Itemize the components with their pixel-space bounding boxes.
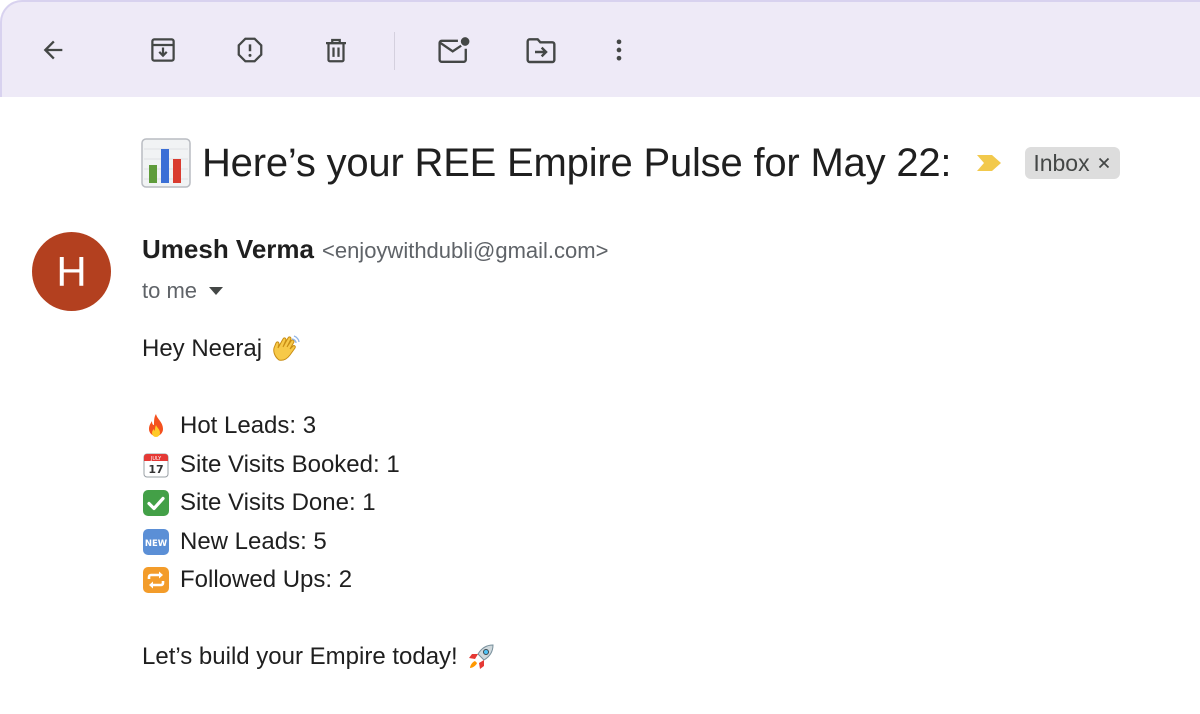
delete-button[interactable]: [314, 28, 358, 72]
close-icon: [1098, 157, 1109, 169]
subject-row: Here’s your REE Empire Pulse for May 22:…: [140, 133, 1120, 193]
report-spam-button[interactable]: [228, 28, 272, 72]
sender-name[interactable]: Umesh Verma: [142, 234, 314, 265]
stat-line: Site Visits Done: 1: [142, 484, 496, 523]
email-subject: Here’s your REE Empire Pulse for May 22:: [202, 140, 952, 185]
repeat-emoji-icon: [143, 567, 169, 594]
mark-unread-icon: [438, 37, 470, 63]
svg-text:17: 17: [148, 463, 163, 476]
email-toolbar: [0, 0, 1200, 97]
back-button[interactable]: [31, 28, 75, 72]
avatar-letter: H: [56, 247, 87, 295]
report-spam-icon: [237, 37, 263, 63]
stat-line: NEW New Leads: 5: [142, 523, 496, 562]
move-to-button[interactable]: [519, 28, 563, 72]
recipient-text: to me: [142, 278, 198, 303]
bar-chart-emoji-icon: [141, 138, 191, 188]
email-body: Hey Neeraj Hot Leads: 3 JULY 17 Site Vis…: [142, 330, 496, 677]
stat-text: Site Visits Done: 1: [180, 489, 376, 517]
arrow-back-icon: [43, 40, 63, 60]
new-button-emoji-icon: NEW: [143, 528, 169, 555]
inbox-label-chip: Inbox: [1025, 147, 1120, 179]
stat-line: Hot Leads: 3: [142, 407, 496, 446]
calendar-emoji-icon: JULY 17: [143, 453, 169, 478]
greeting-text: Hey Neeraj: [142, 335, 263, 363]
stat-text: Site Visits Booked: 1: [180, 450, 400, 478]
mark-unread-button[interactable]: [432, 28, 476, 72]
closing-text: Let’s build your Empire today!: [142, 643, 458, 671]
delete-icon: [326, 38, 346, 63]
stat-text: Followed Ups: 2: [180, 566, 353, 594]
toolbar-divider: [394, 32, 395, 70]
check-mark-emoji-icon: [143, 490, 169, 517]
stat-text: New Leads: 5: [180, 527, 327, 555]
greeting-line: Hey Neeraj: [142, 330, 496, 369]
recipient-details-toggle[interactable]: to me: [142, 278, 224, 304]
move-to-icon: [526, 38, 556, 64]
remove-label-button[interactable]: [1098, 157, 1110, 169]
archive-button[interactable]: [141, 28, 185, 72]
sender-avatar[interactable]: H: [32, 232, 111, 311]
stat-line: Followed Ups: 2: [142, 561, 496, 600]
waving-hand-emoji-icon: [273, 335, 300, 361]
rocket-emoji-icon: [468, 644, 494, 670]
closing-line: Let’s build your Empire today!: [142, 638, 496, 677]
stat-line: JULY 17 Site Visits Booked: 1: [142, 446, 496, 485]
sender-email: <enjoywithdubli@gmail.com>: [321, 238, 609, 263]
chevron-down-icon: [209, 287, 224, 295]
inbox-label-text: Inbox: [1033, 149, 1090, 176]
archive-icon: [151, 38, 175, 62]
importance-marker-icon[interactable]: [975, 152, 1003, 174]
svg-text:JULY: JULY: [150, 456, 162, 462]
sender-row: Umesh Verma <enjoywithdubli@gmail.com>: [142, 234, 608, 265]
more-vert-icon: [616, 39, 622, 61]
svg-text:NEW: NEW: [145, 539, 168, 549]
more-options-button[interactable]: [597, 28, 641, 72]
stat-text: Hot Leads: 3: [180, 412, 317, 440]
fire-emoji-icon: [149, 414, 163, 438]
